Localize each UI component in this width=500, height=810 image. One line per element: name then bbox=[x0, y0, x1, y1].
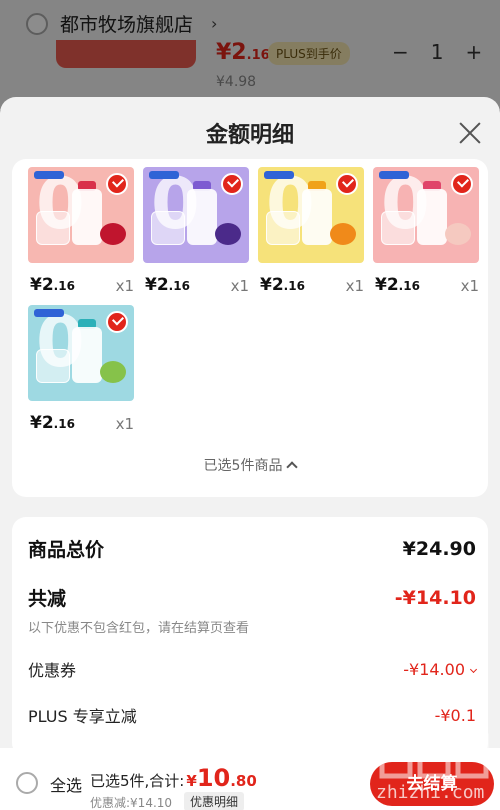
brand-tag bbox=[379, 171, 409, 179]
coupon-label: 优惠券 bbox=[28, 661, 77, 680]
fruit-graphic bbox=[445, 223, 471, 245]
selected-total: 已选5件,合计: ¥10.80 bbox=[90, 764, 257, 792]
product-quantity: x1 bbox=[115, 277, 134, 295]
product-price: ¥2.16 bbox=[30, 413, 75, 433]
select-all-radio[interactable] bbox=[16, 772, 38, 794]
ice-cube-graphic bbox=[36, 349, 70, 383]
product-quantity: x1 bbox=[345, 277, 364, 295]
selected-products-card: 0 ¥2.16 x1 0 ¥2.16 x1 0 ¥2.16 x1 0 ¥2.16 x1 0 ¥2.16 x1… bbox=[12, 159, 488, 497]
selected-product-item[interactable]: 0 ¥2.16 x1 bbox=[28, 167, 134, 295]
fruit-graphic bbox=[215, 223, 241, 245]
check-icon[interactable] bbox=[221, 173, 243, 195]
fruit-graphic bbox=[100, 223, 126, 245]
ice-cube-graphic bbox=[381, 211, 415, 245]
product-image[interactable]: 0 bbox=[143, 167, 249, 263]
product-price-decimal: .16 bbox=[53, 279, 75, 293]
product-price-main: ¥2 bbox=[145, 275, 169, 295]
product-price-decimal: .16 bbox=[168, 279, 190, 293]
selected-count-label: 已选5件商品 bbox=[203, 458, 283, 474]
selected-count-toggle[interactable]: 已选5件商品 bbox=[12, 455, 488, 475]
price-summary-card: 商品总价 ¥24.90 共减 -¥14.10 以下优惠不包含红包，请在结算页查看… bbox=[12, 517, 488, 757]
brand-tag bbox=[264, 171, 294, 179]
selected-total-label: 已选5件,合计: bbox=[90, 772, 185, 790]
selected-product-item[interactable]: 0 ¥2.16 x1 bbox=[258, 167, 364, 295]
bottle-graphic bbox=[302, 189, 332, 245]
chevron-up-icon bbox=[286, 461, 299, 473]
amount-detail-sheet: 金额明细 0 ¥2.16 x1 0 ¥2.16 x1 0 ¥2.16 x1 0 ¥2.16 x1 0 ¥2… bbox=[0, 97, 500, 810]
total-price-value: ¥24.90 bbox=[402, 537, 476, 560]
ice-cube-graphic bbox=[266, 211, 300, 245]
coupon-value-group[interactable]: -¥14.00 bbox=[403, 659, 478, 679]
product-image[interactable]: 0 bbox=[258, 167, 364, 263]
total-price-row: 商品总价 ¥24.90 bbox=[28, 535, 476, 562]
product-price: ¥2.16 bbox=[260, 275, 305, 295]
reduce-note: 以下优惠不包含红包，请在结算页查看 bbox=[28, 621, 250, 636]
product-price-main: ¥2 bbox=[260, 275, 284, 295]
product-image[interactable]: 0 bbox=[28, 167, 134, 263]
chevron-down-icon bbox=[469, 665, 478, 673]
product-quantity: x1 bbox=[230, 277, 249, 295]
coupon-value: -¥14.00 bbox=[403, 659, 465, 679]
coupon-row[interactable]: 优惠券 -¥14.00 bbox=[28, 657, 478, 681]
brand-tag bbox=[149, 171, 179, 179]
discount-detail-button[interactable]: 优惠明细 bbox=[184, 792, 245, 810]
total-main: 10 bbox=[196, 764, 231, 792]
total-currency: ¥ bbox=[186, 772, 197, 790]
product-image[interactable]: 0 bbox=[28, 305, 134, 401]
total-reduce-label: 共减 bbox=[28, 588, 67, 610]
total-amount: ¥10.80 bbox=[186, 764, 256, 792]
product-quantity: x1 bbox=[460, 277, 479, 295]
select-all-label[interactable]: 全选 bbox=[50, 772, 82, 796]
total-price-label: 商品总价 bbox=[28, 539, 105, 561]
product-price: ¥2.16 bbox=[145, 275, 190, 295]
fruit-graphic bbox=[100, 361, 126, 383]
check-icon[interactable] bbox=[106, 311, 128, 333]
total-reduce-value: -¥14.10 bbox=[394, 586, 476, 609]
product-price-decimal: .16 bbox=[283, 279, 305, 293]
product-price-main: ¥2 bbox=[375, 275, 399, 295]
check-icon[interactable] bbox=[451, 173, 473, 195]
selected-product-item[interactable]: 0 ¥2.16 x1 bbox=[28, 305, 134, 433]
plus-discount-row: PLUS 专享立减 -¥0.1 bbox=[28, 703, 476, 727]
bottle-graphic bbox=[72, 189, 102, 245]
watermark-logo bbox=[379, 733, 489, 779]
product-price-decimal: .16 bbox=[398, 279, 420, 293]
fruit-graphic bbox=[330, 223, 356, 245]
product-price-main: ¥2 bbox=[30, 413, 54, 433]
plus-discount-label: PLUS 专享立减 bbox=[28, 707, 137, 726]
plus-discount-value: -¥0.1 bbox=[434, 705, 476, 725]
total-decimal: .80 bbox=[230, 772, 257, 790]
product-price: ¥2.16 bbox=[375, 275, 420, 295]
ice-cube-graphic bbox=[36, 211, 70, 245]
brand-tag bbox=[34, 309, 64, 317]
close-icon[interactable] bbox=[454, 117, 486, 149]
check-icon[interactable] bbox=[336, 173, 358, 195]
check-icon[interactable] bbox=[106, 173, 128, 195]
discount-amount: 优惠减:¥14.10 bbox=[90, 796, 173, 810]
brand-tag bbox=[34, 171, 64, 179]
bottle-graphic bbox=[417, 189, 447, 245]
selected-product-item[interactable]: 0 ¥2.16 x1 bbox=[143, 167, 249, 295]
reduce-note-row: 以下优惠不包含红包，请在结算页查看 bbox=[28, 617, 476, 636]
product-price-main: ¥2 bbox=[30, 275, 54, 295]
product-price: ¥2.16 bbox=[30, 275, 75, 295]
watermark-text: zhizhi.com bbox=[376, 782, 485, 803]
selected-product-item[interactable]: 0 ¥2.16 x1 bbox=[373, 167, 479, 295]
sheet-title: 金额明细 bbox=[205, 123, 294, 148]
product-price-decimal: .16 bbox=[53, 417, 75, 431]
total-reduce-row: 共减 -¥14.10 bbox=[28, 584, 476, 611]
product-image[interactable]: 0 bbox=[373, 167, 479, 263]
bottle-graphic bbox=[72, 327, 102, 383]
bottle-graphic bbox=[187, 189, 217, 245]
ice-cube-graphic bbox=[151, 211, 185, 245]
product-quantity: x1 bbox=[115, 415, 134, 433]
